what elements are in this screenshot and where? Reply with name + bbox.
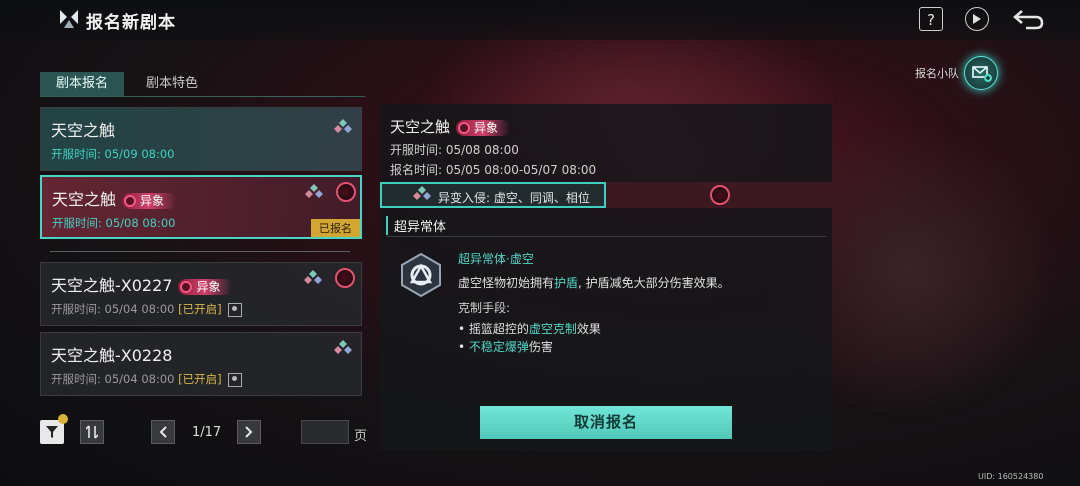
script-card-selected[interactable]: 天空之触 异象 开服时间: 05/08 08:00 已报名 [40, 175, 362, 239]
shield-highlight: 护盾 [554, 276, 579, 290]
help-button[interactable]: ? [919, 7, 943, 31]
counter-item: • 摇篮超控的虚空克制效果 [458, 320, 601, 337]
opened-status: [已开启] [178, 372, 222, 386]
user-id: UID: 160524380 [978, 472, 1044, 481]
play-button[interactable] [965, 7, 989, 31]
section-divider [386, 236, 826, 237]
script-card[interactable]: 天空之触 开服时间: 05/09 08:00 [40, 107, 362, 171]
chevron-left-icon [159, 426, 167, 438]
team-button[interactable] [964, 56, 998, 90]
counter-title: 克制手段: [458, 301, 511, 315]
detail-name: 天空之触 [390, 118, 451, 136]
tab-script-features[interactable]: 剧本特色 [130, 72, 214, 96]
anomaly-emblem-icon [335, 268, 355, 288]
mail-add-icon [972, 66, 992, 82]
person-icon [227, 372, 242, 387]
sort-icon [85, 425, 99, 439]
list-divider [50, 251, 350, 252]
filter-active-dot [58, 414, 68, 424]
script-name: 天空之触 异象 [52, 186, 177, 210]
mutation-gem-icon [304, 270, 322, 284]
open-time-text: 开服时间: 05/04 08:00 [51, 302, 175, 316]
section-title: 超异常体 [386, 216, 446, 235]
counter-text: • 摇篮超控的 [458, 322, 529, 336]
team-label: 报名小队 [915, 67, 959, 80]
script-name-text: 天空之触 [52, 190, 117, 209]
script-name: 天空之触 [51, 121, 116, 140]
sort-button[interactable] [80, 420, 104, 444]
mutation-text: 异变入侵: 虚空、同调、相位 [438, 191, 590, 205]
detail-panel: 天空之触 异象 开服时间: 05/08 08:00 报名时间: 05/05 08:… [380, 104, 832, 450]
counter-highlight: 虚空克制 [528, 322, 577, 336]
prev-page-button[interactable] [151, 420, 175, 444]
script-open-time: 开服时间: 05/04 08:00 [已开启] [51, 301, 242, 317]
mutation-gem-icon [334, 119, 352, 133]
tab-underline [40, 96, 365, 97]
script-name-text: 天空之触-X0227 [51, 276, 173, 295]
description-text: , 护盾减免大部分伤害效果。 [578, 276, 730, 290]
anomaly-tag: 异象 [178, 278, 233, 295]
anomaly-emblem-icon [710, 185, 730, 205]
filter-icon [46, 426, 58, 438]
anomaly-emblem-icon [336, 182, 356, 202]
cancel-registration-button[interactable]: 取消报名 [480, 406, 732, 439]
counter-highlight: 不稳定爆弹 [468, 340, 529, 354]
registered-badge: 已报名 [311, 219, 360, 237]
void-entity-icon [401, 252, 441, 298]
detail-registration-time: 报名时间: 05/05 08:00-05/07 08:00 [390, 163, 597, 177]
anomaly-tag: 异象 [122, 192, 177, 209]
script-open-time: 开服时间: 05/09 08:00 [51, 147, 175, 161]
detail-open-time: 开服时间: 05/08 08:00 [390, 143, 519, 157]
counter-item: • 不稳定爆弹伤害 [458, 340, 553, 354]
script-name: 天空之触-X0228 [51, 346, 173, 365]
script-open-time: 开服时间: 05/08 08:00 [52, 216, 176, 230]
script-open-time: 开服时间: 05/04 08:00 [已开启] [51, 371, 242, 387]
counter-text: 效果 [576, 322, 601, 336]
counter-text: 伤害 [528, 340, 553, 354]
mutation-gem-icon [413, 186, 431, 200]
script-name: 天空之触-X0227 异象 [51, 272, 233, 296]
page-title: 报名新剧本 [86, 13, 176, 33]
page-indicator: 1/17 [192, 425, 222, 440]
mutation-invasion-box: 异变入侵: 虚空、同调、相位 [380, 182, 606, 208]
app-logo-icon [60, 10, 78, 28]
page-number-input[interactable] [301, 420, 349, 444]
tab-script-registration[interactable]: 剧本报名 [40, 72, 125, 96]
opened-status: [已开启] [178, 302, 222, 316]
anomaly-tag: 异象 [456, 119, 511, 136]
open-time-text: 开服时间: 05/04 08:00 [51, 372, 175, 386]
next-page-button[interactable] [237, 420, 261, 444]
page-unit-label: 页 [354, 429, 368, 444]
script-card[interactable]: 天空之触-X0228 开服时间: 05/04 08:00 [已开启] [40, 332, 362, 396]
script-card[interactable]: 天空之触-X0227 异象 开服时间: 05/04 08:00 [已开启] [40, 262, 362, 326]
entity-description: 虚空怪物初始拥有护盾, 护盾减免大部分伤害效果。 [458, 274, 730, 291]
person-icon [227, 302, 242, 317]
chevron-right-icon [245, 426, 253, 438]
mutation-gem-icon [305, 184, 323, 198]
anomaly-bar [606, 182, 832, 208]
play-icon [973, 14, 981, 24]
back-icon[interactable] [1012, 7, 1044, 31]
mutation-gem-icon [334, 340, 352, 354]
entity-title: 超异常体·虚空 [458, 252, 534, 266]
description-text: 虚空怪物初始拥有 [458, 276, 555, 290]
detail-title: 天空之触 异象 [390, 116, 511, 137]
